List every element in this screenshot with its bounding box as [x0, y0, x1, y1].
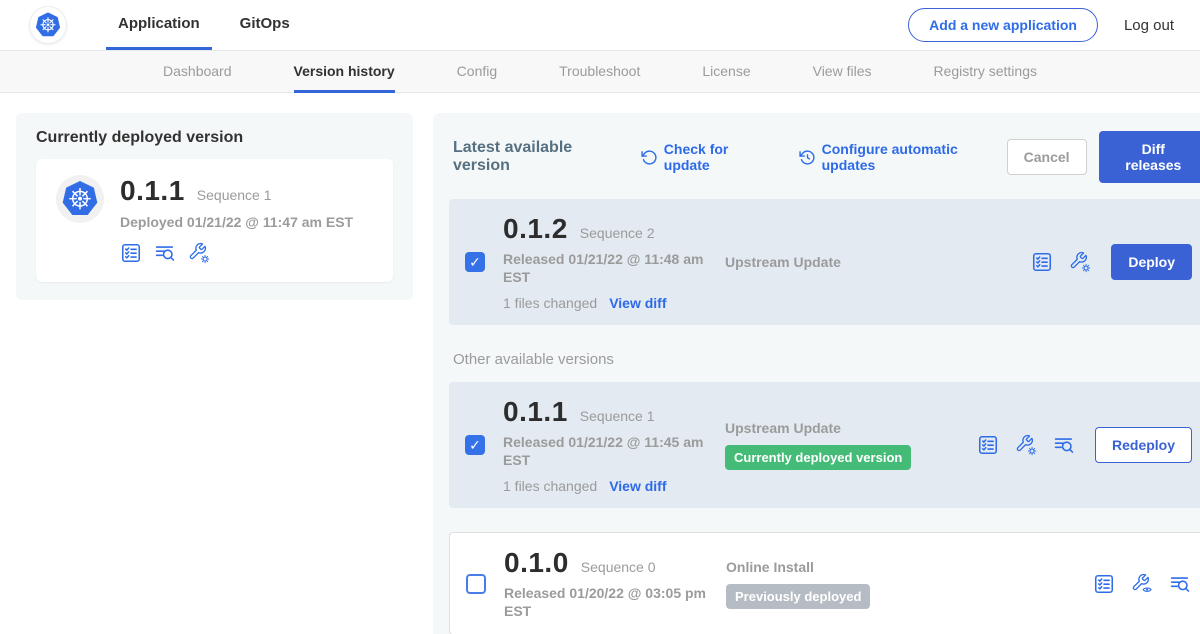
version-source: Upstream Update: [725, 254, 841, 270]
version-row-0-1-1: ✓ 0.1.1 Sequence 1 Released 01/21/22 @ 1…: [449, 382, 1200, 508]
logout-link[interactable]: Log out: [1124, 17, 1174, 34]
other-versions-heading: Other available versions: [453, 351, 1200, 368]
preflight-checklist-icon[interactable]: [977, 434, 999, 456]
subtab-dashboard[interactable]: Dashboard: [163, 51, 232, 93]
preflight-checklist-icon[interactable]: [1093, 573, 1115, 595]
clock-refresh-icon: [799, 149, 816, 166]
preflight-checklist-icon[interactable]: [120, 242, 142, 264]
subtab-registry-settings[interactable]: Registry settings: [934, 51, 1037, 93]
app-logo: [56, 175, 104, 223]
version-checkbox[interactable]: ✓: [465, 252, 485, 272]
kubernetes-icon: [34, 11, 62, 39]
view-config-icon[interactable]: [1131, 573, 1153, 595]
deploy-button[interactable]: Deploy: [1111, 244, 1192, 280]
kubernetes-icon: [60, 179, 100, 219]
check-for-update-label: Check for update: [664, 141, 773, 173]
check-icon: ✓: [469, 254, 481, 271]
deployed-version-number: 0.1.1: [120, 175, 185, 207]
top-nav-tabs: Application GitOps: [106, 0, 318, 50]
check-for-update-link[interactable]: Check for update: [641, 141, 773, 173]
cancel-button[interactable]: Cancel: [1007, 139, 1087, 175]
version-number: 0.1.1: [503, 396, 568, 428]
latest-version-header: Latest available version Check for updat…: [453, 131, 1200, 183]
version-sequence: Sequence 2: [580, 225, 655, 241]
version-source: Online Install: [726, 559, 814, 575]
released-timestamp: Released 01/20/22 @ 03:05 pm EST: [504, 585, 709, 620]
deployed-version-card: 0.1.1 Sequence 1 Deployed 01/21/22 @ 11:…: [36, 159, 393, 282]
edit-config-icon[interactable]: [1069, 251, 1091, 273]
latest-version-title: Latest available version: [453, 139, 627, 175]
files-changed-label: 1 files changed: [503, 295, 597, 311]
version-number: 0.1.2: [503, 213, 568, 245]
version-history-panel: Latest available version Check for updat…: [433, 113, 1200, 634]
deployed-panel-title: Currently deployed version: [36, 129, 393, 147]
add-application-button[interactable]: Add a new application: [908, 8, 1098, 42]
subtab-troubleshoot[interactable]: Troubleshoot: [559, 51, 640, 93]
released-timestamp: Released 01/21/22 @ 11:45 am EST: [503, 434, 708, 469]
top-nav-actions: Add a new application Log out: [908, 8, 1174, 42]
top-nav: Application GitOps Add a new application…: [0, 0, 1200, 50]
status-badge: Previously deployed: [726, 584, 870, 609]
edit-config-icon[interactable]: [188, 242, 210, 264]
kubernetes-logo: [30, 7, 66, 43]
deploy-logs-icon[interactable]: [1169, 573, 1191, 595]
subtab-view-files[interactable]: View files: [813, 51, 872, 93]
configure-updates-label: Configure automatic updates: [822, 141, 1007, 173]
deploy-logs-icon[interactable]: [1053, 434, 1075, 456]
version-source: Upstream Update: [725, 420, 841, 436]
tab-gitops[interactable]: GitOps: [228, 0, 302, 50]
version-row-0-1-0: 0.1.0 Sequence 0 Released 01/20/22 @ 03:…: [449, 532, 1200, 634]
refresh-icon: [641, 149, 658, 166]
released-timestamp: Released 01/21/22 @ 11:48 am EST: [503, 251, 708, 286]
status-badge: Currently deployed version: [725, 445, 911, 470]
preflight-checklist-icon[interactable]: [1031, 251, 1053, 273]
deploy-logs-icon[interactable]: [154, 242, 176, 264]
deployed-sequence: Sequence 1: [197, 187, 272, 203]
version-checkbox[interactable]: ✓: [465, 435, 485, 455]
configure-updates-link[interactable]: Configure automatic updates: [799, 141, 1007, 173]
subtab-license[interactable]: License: [702, 51, 750, 93]
version-number: 0.1.0: [504, 547, 569, 579]
version-checkbox[interactable]: [466, 574, 486, 594]
files-changed-label: 1 files changed: [503, 478, 597, 494]
check-icon: ✓: [469, 437, 481, 454]
main-content: Currently deployed version 0: [0, 93, 1200, 634]
edit-config-icon[interactable]: [1015, 434, 1037, 456]
currently-deployed-panel: Currently deployed version 0: [16, 113, 413, 300]
view-diff-link[interactable]: View diff: [609, 478, 666, 494]
view-diff-link[interactable]: View diff: [609, 295, 666, 311]
redeploy-button[interactable]: Redeploy: [1095, 427, 1192, 463]
tab-application[interactable]: Application: [106, 0, 212, 50]
subtab-config[interactable]: Config: [457, 51, 497, 93]
version-sequence: Sequence 0: [581, 559, 656, 575]
deployed-timestamp: Deployed 01/21/22 @ 11:47 am EST: [120, 214, 353, 230]
version-row-0-1-2: ✓ 0.1.2 Sequence 2 Released 01/21/22 @ 1…: [449, 199, 1200, 325]
subtab-version-history[interactable]: Version history: [294, 51, 395, 93]
sub-nav: Dashboard Version history Config Trouble…: [0, 50, 1200, 93]
diff-releases-button[interactable]: Diff releases: [1099, 131, 1200, 183]
version-sequence: Sequence 1: [580, 408, 655, 424]
